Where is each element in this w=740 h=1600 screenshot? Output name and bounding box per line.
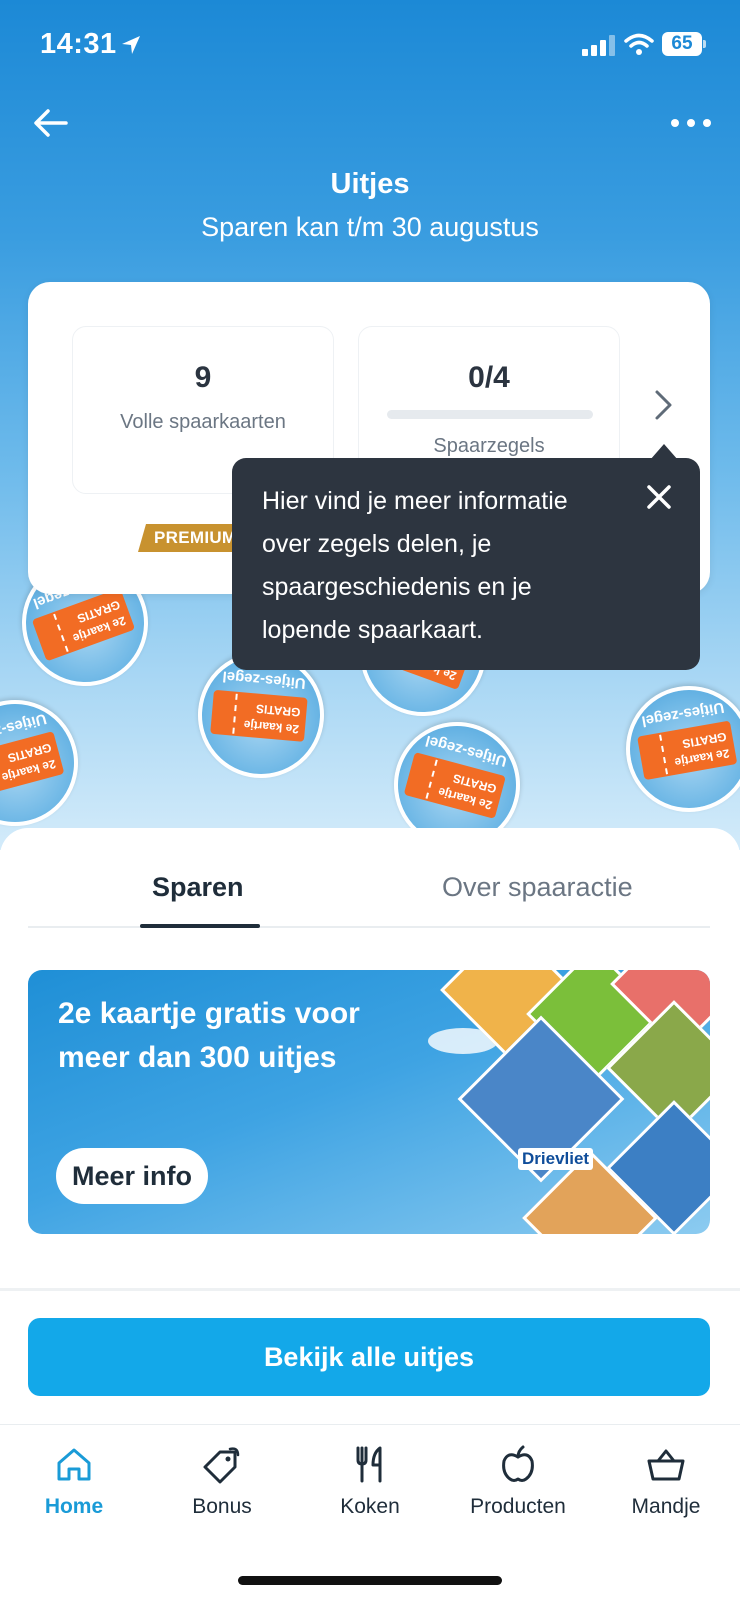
tooltip-text: Hier vind je meer informatie over zegels…: [262, 487, 568, 644]
close-icon[interactable]: [644, 482, 674, 512]
info-tooltip: Hier vind je meer informatie over zegels…: [232, 458, 700, 670]
page-subtitle: Sparen kan t/m 30 augustus: [201, 212, 539, 242]
battery-level: 65: [671, 33, 693, 54]
nav-mandje[interactable]: Mandje: [592, 1443, 740, 1519]
stamps-progress-bar: [387, 410, 593, 419]
banner-title: 2e kaartje gratis voor meer dan 300 uitj…: [58, 997, 360, 1074]
active-tab-indicator: [140, 924, 260, 928]
status-time: 14:31: [40, 28, 117, 60]
apple-icon: [502, 1445, 534, 1482]
more-options-icon[interactable]: [668, 106, 714, 140]
page-title: Uitjes: [330, 168, 410, 200]
status-bar: 14:31 65: [0, 0, 740, 90]
nav-producten[interactable]: Producten: [444, 1443, 592, 1519]
nav-koken[interactable]: Koken: [296, 1443, 444, 1519]
banner-image-caption: Drievliet: [518, 1148, 594, 1170]
full-cards-label: Volle spaarkaarten: [120, 411, 286, 433]
home-icon: [57, 1448, 91, 1481]
battery-indicator: 65: [662, 32, 706, 56]
stamp-coin: 2e kaartje GRATIS Uitjes-zegel: [616, 676, 740, 822]
nav-bonus[interactable]: Bonus: [148, 1443, 296, 1519]
full-cards-count: 9: [194, 361, 212, 394]
cutlery-icon: [356, 1446, 382, 1483]
tag-icon: [203, 1447, 240, 1484]
location-arrow-icon: [122, 36, 140, 54]
stamps-count: 0/4: [468, 361, 510, 394]
nav-home[interactable]: Home: [0, 1443, 148, 1519]
tab-over-spaaractie[interactable]: Over spaaractie: [442, 872, 633, 903]
tab-sparen[interactable]: Sparen: [152, 872, 244, 903]
stamps-label: Spaarzegels: [433, 435, 545, 457]
bottom-navigation: Home Bonus Koken Producten Mandje: [0, 1424, 740, 1600]
back-arrow-icon[interactable]: [28, 100, 74, 146]
stamp-coin: 2e kaartje GRATIS Uitjes-zegel: [0, 685, 93, 841]
attractions-collage: Drievliet: [440, 970, 710, 1234]
home-indicator: [238, 1576, 502, 1585]
tab-bar: Sparen Over spaaractie: [28, 828, 710, 928]
view-all-outings-button[interactable]: Bekijk alle uitjes: [28, 1318, 710, 1396]
cellular-signal-icon: [582, 35, 615, 56]
wifi-icon: [624, 33, 654, 55]
meer-info-button[interactable]: Meer info: [56, 1148, 209, 1204]
section-divider: [0, 1288, 740, 1291]
chevron-right-icon[interactable]: [650, 388, 676, 422]
basket-icon: [647, 1449, 685, 1481]
promo-banner[interactable]: 2e kaartje gratis voor meer dan 300 uitj…: [28, 970, 710, 1234]
